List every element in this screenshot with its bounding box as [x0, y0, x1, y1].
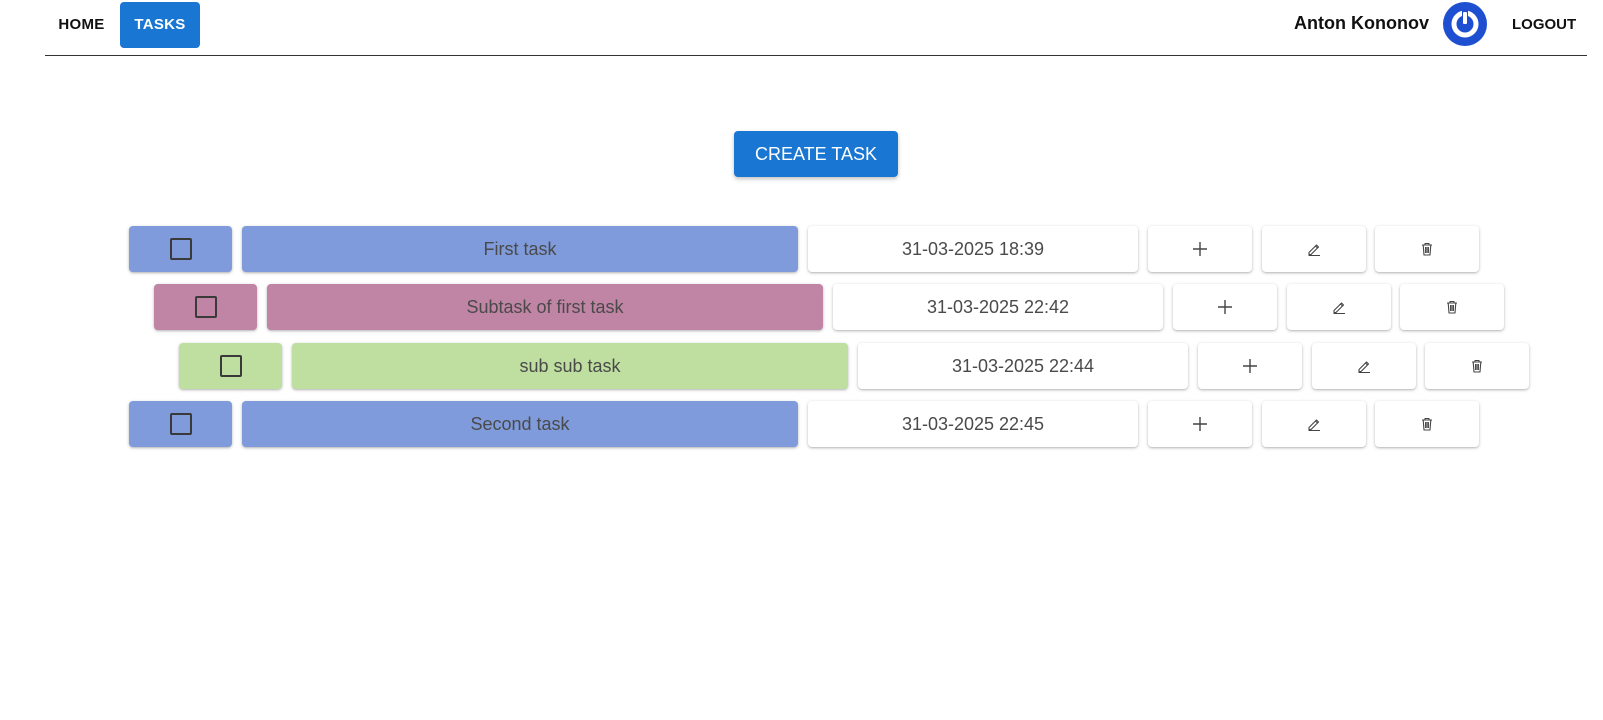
nav-home-link[interactable]: HOME [45, 2, 118, 48]
task-date: 31-03-2025 22:45 [808, 401, 1138, 447]
top-navbar: HOME TASKS Anton Kononov LOGOUT [45, 0, 1587, 56]
create-task-button[interactable]: CREATE TASK [734, 131, 898, 177]
task-row: sub sub task 31-03-2025 22:44 [179, 343, 1603, 389]
task-date: 31-03-2025 22:44 [858, 343, 1188, 389]
task-title: Subtask of first task [267, 284, 823, 330]
task-title: sub sub task [292, 343, 848, 389]
edit-task-button[interactable] [1287, 284, 1391, 330]
task-checkbox-cell[interactable] [179, 343, 282, 389]
task-title: First task [242, 226, 798, 272]
task-checkbox[interactable] [169, 238, 192, 260]
delete-task-button[interactable] [1425, 343, 1529, 389]
delete-task-button[interactable] [1400, 284, 1504, 330]
task-checkbox-cell[interactable] [129, 401, 232, 447]
edit-task-button[interactable] [1262, 226, 1366, 272]
trash-icon [1447, 300, 1457, 314]
task-checkbox[interactable] [169, 413, 192, 435]
task-checkbox[interactable] [194, 296, 217, 318]
trash-icon [1472, 359, 1482, 373]
task-row: First task 31-03-2025 18:39 [129, 226, 1603, 272]
plus-icon [1243, 359, 1257, 373]
trash-icon [1422, 417, 1432, 431]
task-checkbox-cell[interactable] [129, 226, 232, 272]
task-checkbox[interactable] [219, 355, 242, 377]
user-name: Anton Kononov [1294, 13, 1429, 33]
task-date: 31-03-2025 22:42 [833, 284, 1163, 330]
plus-icon [1193, 417, 1207, 431]
add-subtask-button[interactable] [1148, 226, 1252, 272]
pencil-icon [1358, 361, 1370, 374]
task-date: 31-03-2025 18:39 [808, 226, 1138, 272]
task-row: Subtask of first task 31-03-2025 22:42 [154, 284, 1603, 330]
delete-task-button[interactable] [1375, 226, 1479, 272]
tasks-page: HOME TASKS Anton Kononov LOGOUT CREATE T… [0, 0, 1603, 720]
power-icon [1451, 10, 1479, 38]
logout-button[interactable]: LOGOUT [1504, 2, 1584, 48]
plus-icon [1218, 300, 1232, 314]
add-subtask-button[interactable] [1198, 343, 1302, 389]
task-row: Second task 31-03-2025 22:45 [129, 401, 1603, 447]
pencil-icon [1333, 302, 1345, 315]
add-subtask-button[interactable] [1148, 401, 1252, 447]
delete-task-button[interactable] [1375, 401, 1479, 447]
edit-task-button[interactable] [1312, 343, 1416, 389]
edit-task-button[interactable] [1262, 401, 1366, 447]
task-title: Second task [242, 401, 798, 447]
pencil-icon [1308, 419, 1320, 432]
avatar[interactable] [1443, 2, 1487, 46]
nav-tasks-link[interactable]: TASKS [120, 2, 200, 48]
pencil-icon [1308, 244, 1320, 257]
task-checkbox-cell[interactable] [154, 284, 257, 330]
plus-icon [1193, 242, 1207, 256]
add-subtask-button[interactable] [1173, 284, 1277, 330]
trash-icon [1422, 242, 1432, 256]
